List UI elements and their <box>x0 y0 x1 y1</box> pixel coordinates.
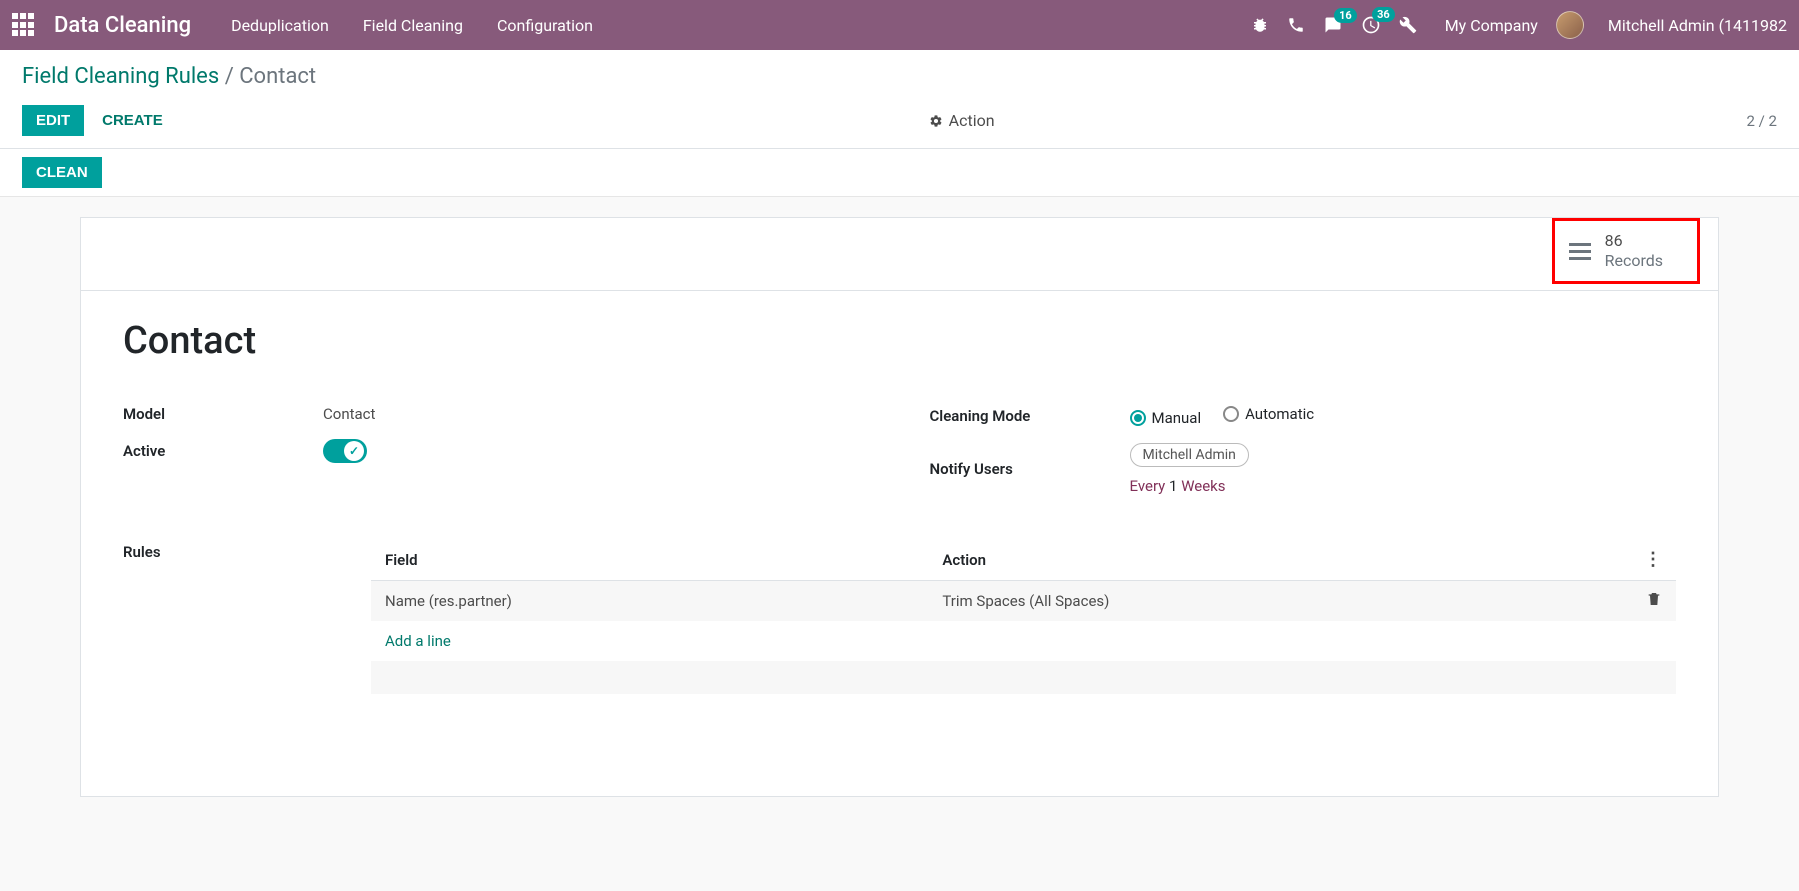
list-icon <box>1569 243 1591 260</box>
menu-deduplication[interactable]: Deduplication <box>231 16 329 35</box>
tools-icon[interactable] <box>1399 16 1417 34</box>
page-title: Contact <box>123 319 1676 363</box>
radio-manual-label: Manual <box>1152 409 1202 427</box>
trash-icon[interactable] <box>1646 593 1662 611</box>
messages-badge: 16 <box>1334 8 1357 23</box>
app-brand[interactable]: Data Cleaning <box>54 13 191 38</box>
activities-badge: 36 <box>1372 7 1395 22</box>
col-action: Action <box>928 539 1630 581</box>
label-notify-users: Notify Users <box>930 460 1130 478</box>
label-cleaning-mode: Cleaning Mode <box>930 407 1130 425</box>
avatar[interactable] <box>1556 11 1584 39</box>
control-panel: Field Cleaning Rules / Contact EDIT CREA… <box>0 50 1799 149</box>
records-stat-button[interactable]: 86 Records <box>1552 218 1700 284</box>
label-model: Model <box>123 405 323 423</box>
breadcrumb-parent[interactable]: Field Cleaning Rules <box>22 64 219 89</box>
cell-field: Name (res.partner) <box>371 581 928 622</box>
records-label: Records <box>1605 251 1663 271</box>
breadcrumb: Field Cleaning Rules / Contact <box>22 64 1777 89</box>
records-count: 86 <box>1605 231 1663 251</box>
clean-button[interactable]: CLEAN <box>22 157 102 188</box>
apps-menu-icon[interactable] <box>12 13 36 37</box>
notify-interval-text: Every 1 Weeks <box>1130 477 1249 495</box>
create-button[interactable]: CREATE <box>88 105 177 136</box>
activities-icon[interactable]: 36 <box>1361 15 1381 35</box>
rules-table: Field Action ⋮ Name (res.partner) Trim S… <box>371 539 1676 695</box>
action-label: Action <box>949 111 995 130</box>
edit-button[interactable]: EDIT <box>22 105 84 136</box>
cell-action: Trim Spaces (All Spaces) <box>928 581 1630 622</box>
radio-automatic[interactable]: Automatic <box>1223 405 1314 423</box>
status-bar: CLEAN <box>0 149 1799 197</box>
radio-automatic-label: Automatic <box>1245 405 1314 423</box>
active-toggle[interactable] <box>323 439 367 463</box>
form-sheet: 86 Records Contact Model Contact Active <box>80 217 1719 797</box>
pager[interactable]: 2 / 2 <box>1746 112 1777 130</box>
table-row[interactable]: Name (res.partner) Trim Spaces (All Spac… <box>371 581 1676 622</box>
menu-field-cleaning[interactable]: Field Cleaning <box>363 16 463 35</box>
messages-icon[interactable]: 16 <box>1323 16 1343 34</box>
label-active: Active <box>123 442 323 460</box>
user-menu[interactable]: Mitchell Admin (1411982 <box>1608 16 1787 35</box>
add-line-link[interactable]: Add a line <box>371 622 1676 660</box>
company-selector[interactable]: My Company <box>1445 16 1538 35</box>
top-navbar: Data Cleaning Deduplication Field Cleani… <box>0 0 1799 50</box>
phone-icon[interactable] <box>1287 16 1305 34</box>
breadcrumb-current: Contact <box>239 64 316 89</box>
col-field: Field <box>371 539 928 581</box>
bug-icon[interactable] <box>1251 16 1269 34</box>
action-dropdown[interactable]: Action <box>929 111 995 130</box>
value-model: Contact <box>323 405 375 423</box>
kebab-icon[interactable]: ⋮ <box>1644 549 1662 570</box>
blank-row <box>371 661 1676 695</box>
gear-icon <box>929 114 943 128</box>
notify-user-tag[interactable]: Mitchell Admin <box>1130 443 1249 467</box>
menu-configuration[interactable]: Configuration <box>497 16 593 35</box>
radio-manual[interactable]: Manual <box>1130 409 1202 427</box>
